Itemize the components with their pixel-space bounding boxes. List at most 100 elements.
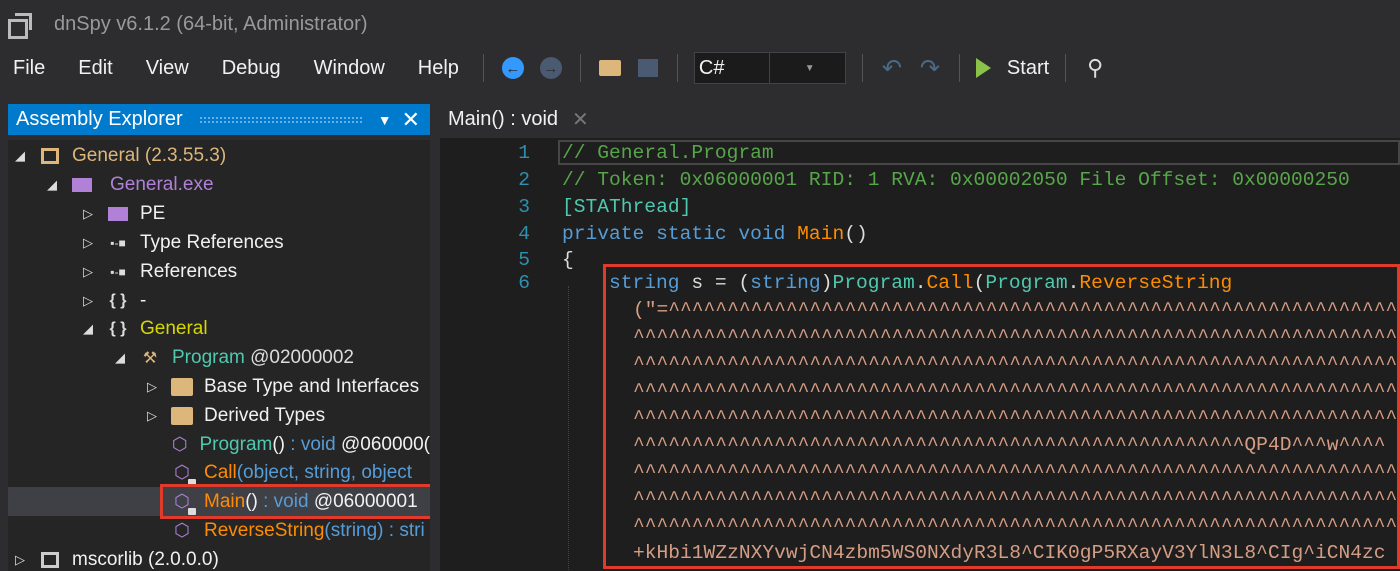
tree-item-base-types[interactable]: ▷ Base Type and Interfaces <box>8 372 430 401</box>
highlight-box <box>160 484 430 519</box>
tree-label: Base Type and Interfaces <box>204 375 420 397</box>
module-icon <box>106 203 130 225</box>
tree-item-program-class[interactable]: ◢ ⚒ Program @02000002 <box>8 343 430 372</box>
assembly-icon <box>38 145 62 167</box>
back-button[interactable]: ← <box>500 55 526 81</box>
tree-item-general-assembly[interactable]: ◢ General (2.3.55.3) <box>8 141 430 170</box>
collapsed-arrow-icon[interactable]: ▷ <box>12 552 28 568</box>
close-tab-icon[interactable]: ✕ <box>572 107 589 132</box>
collapsed-arrow-icon[interactable]: ▷ <box>144 408 160 424</box>
language-value: C# <box>698 56 725 79</box>
tree-label: General.exe <box>110 173 214 195</box>
toolbar-separator <box>482 54 484 82</box>
window-title: dnSpy v6.1.2 (64-bit, Administrator) <box>54 12 368 35</box>
class-token: @02000002 <box>244 346 354 368</box>
tree-label: General <box>140 317 208 339</box>
method-name: Program <box>199 433 273 455</box>
method-args: (string) <box>324 519 384 541</box>
forward-arrow-icon: → <box>539 57 562 79</box>
expanded-arrow-icon[interactable]: ◢ <box>44 177 60 193</box>
tree-item-general-namespace[interactable]: ◢ { } General <box>8 314 430 343</box>
code-line-1: // General.Program <box>562 142 774 164</box>
tree-item-derived-types[interactable]: ▷ Derived Types <box>8 401 430 430</box>
open-button[interactable] <box>597 55 623 81</box>
menu-file[interactable]: File <box>13 57 45 80</box>
menu-view[interactable]: View <box>146 57 189 80</box>
method-args: () <box>272 433 285 455</box>
reference-icon: ▪-■ <box>110 235 126 250</box>
method-args: (object, string, object <box>236 461 413 483</box>
toolbar-separator <box>676 54 678 82</box>
code-line-3: [STAThread] <box>562 196 692 218</box>
menu-window[interactable]: Window <box>314 57 385 80</box>
code-editor[interactable]: 1 2 3 4 5 6 // General.Program // Token:… <box>440 138 1400 571</box>
expanded-arrow-icon[interactable]: ◢ <box>80 321 96 337</box>
class-icon: ⚒ <box>142 349 158 367</box>
method-return: : void <box>285 433 336 455</box>
redo-button[interactable]: ↷ <box>917 54 943 82</box>
tree-label: mscorlib (2.0.0.0) <box>72 548 219 570</box>
tree-item-mscorlib[interactable]: ▷ mscorlib (2.0.0.0) <box>8 545 430 571</box>
assembly-explorer-header: Assembly Explorer ▼ ✕ <box>8 104 430 135</box>
chevron-down-icon[interactable]: ▼ <box>769 53 845 83</box>
tree-label: - <box>140 289 147 311</box>
open-folder-icon <box>598 60 621 76</box>
method-icon: ⬡ <box>171 434 188 454</box>
save-all-button[interactable] <box>635 55 661 81</box>
back-arrow-icon: ← <box>501 57 524 79</box>
tree-item-references[interactable]: ▷ ▪-■ References <box>8 257 430 286</box>
tree-item-pe[interactable]: ▷ PE <box>8 199 430 228</box>
menu-help[interactable]: Help <box>418 57 459 80</box>
tree-item-method-ctor[interactable]: ⬡ Program() : void @060000( <box>8 430 430 459</box>
play-icon <box>975 58 991 78</box>
method-icon: ⬡ <box>174 520 190 540</box>
drag-grip[interactable] <box>198 115 364 124</box>
tab-main-void[interactable]: Main() : void ✕ <box>440 104 597 135</box>
code-token: Main <box>797 223 845 245</box>
code-token: private static void <box>562 223 798 245</box>
collapsed-arrow-icon[interactable]: ▷ <box>80 264 96 280</box>
tree-item-method-reversestring[interactable]: ⬡ ReverseString (string) : stri <box>8 516 430 545</box>
redo-icon: ↷ <box>919 54 940 82</box>
collapsed-arrow-icon[interactable]: ▷ <box>80 235 96 251</box>
tree-label: References <box>140 260 238 282</box>
namespace-icon: { } <box>109 291 127 309</box>
collapsed-arrow-icon[interactable]: ▷ <box>80 206 96 222</box>
expanded-arrow-icon[interactable]: ◢ <box>12 148 28 164</box>
collapsed-arrow-icon[interactable]: ▷ <box>80 293 96 309</box>
menu-bar: File Edit View Debug Window Help ← → C# … <box>0 48 1400 88</box>
private-method-icon: ⬡ <box>170 462 196 486</box>
line-number: 4 <box>518 223 530 245</box>
undo-button[interactable]: ↶ <box>879 55 905 82</box>
app-icon <box>8 13 34 39</box>
toolbar-separator <box>861 54 863 82</box>
toolbar-separator <box>1065 54 1067 82</box>
tree-item-method-call[interactable]: ⬡ Call (object, string, object <box>8 458 430 487</box>
language-select[interactable]: C# ▼ <box>693 52 846 84</box>
panel-menu-icon[interactable]: ▼ <box>378 112 392 128</box>
method-name: ReverseString <box>204 519 325 541</box>
code-token: () <box>844 223 868 245</box>
tree-item-type-references[interactable]: ▷ ▪-■ Type References <box>8 228 430 257</box>
forward-button[interactable]: → <box>538 55 564 81</box>
highlight-box <box>603 264 1400 569</box>
code-line-2: // Token: 0x06000001 RID: 1 RVA: 0x00002… <box>562 169 1350 191</box>
expanded-arrow-icon[interactable]: ◢ <box>112 350 128 366</box>
start-button[interactable]: Start <box>975 57 1049 80</box>
tree-item-empty-namespace[interactable]: ▷ { } - <box>8 286 430 315</box>
close-icon[interactable]: ✕ <box>402 107 420 133</box>
code-line-5: { <box>562 249 574 271</box>
search-button[interactable]: ⚲ <box>1082 55 1108 81</box>
tree-label: Program <box>172 346 245 368</box>
code-line-4: private static void Main() <box>562 221 868 248</box>
save-icon <box>637 59 658 77</box>
menu-edit[interactable]: Edit <box>78 57 112 80</box>
menu-debug[interactable]: Debug <box>222 57 281 80</box>
method-name: Call <box>204 461 237 483</box>
reference-icon: ▪-■ <box>110 264 126 279</box>
tree-item-general-exe[interactable]: ◢ General.exe <box>8 170 430 199</box>
collapsed-arrow-icon[interactable]: ▷ <box>144 379 160 395</box>
tree-label: Derived Types <box>204 404 326 426</box>
folder-icon <box>170 405 194 427</box>
namespace-icon: { } <box>109 319 127 337</box>
